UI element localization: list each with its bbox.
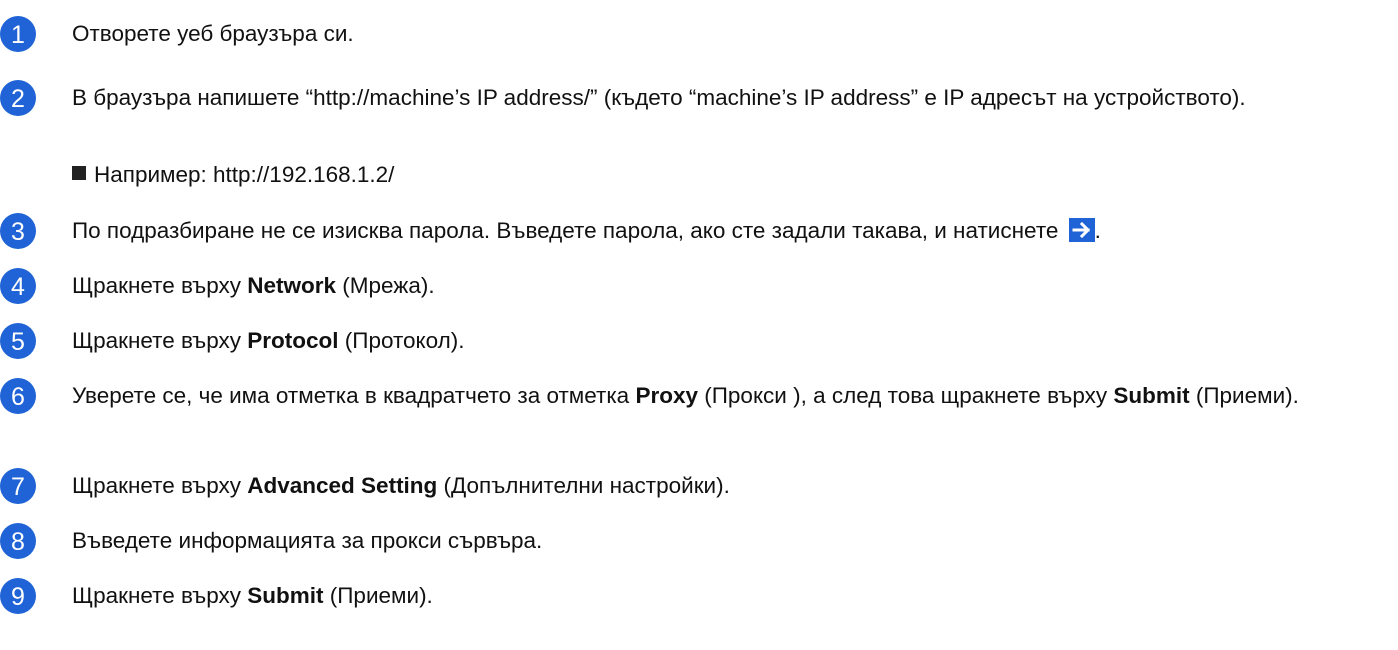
step-number: 7 — [11, 473, 25, 501]
step-number: 6 — [11, 383, 25, 411]
step-text: В браузъра напишете “http://machine’s IP… — [72, 85, 1246, 110]
step-number-badge: 4 — [0, 268, 36, 304]
step-text-suffix: (Допълнителни настройки). — [437, 473, 730, 498]
ui-term-proxy: Proxy — [635, 383, 698, 408]
ui-term-protocol: Protocol — [247, 328, 339, 353]
step-text-suffix: (Мрежа). — [336, 273, 435, 298]
step-text-end: . — [1094, 218, 1101, 243]
step-text-suffix: (Приеми). — [323, 583, 433, 608]
step-text-prefix: Щракнете върху — [72, 583, 248, 608]
example-text: Например: http://192.168.1.2/ — [94, 162, 395, 187]
arrow-right-icon — [1068, 218, 1095, 242]
step-text: Въведете информацията за прокси сървъра. — [72, 528, 543, 553]
ui-term-submit: Submit — [247, 583, 324, 608]
step-text-prefix: Щракнете върху — [72, 328, 248, 353]
step-number: 3 — [11, 218, 25, 246]
step-number: 1 — [11, 21, 25, 49]
ui-term-submit: Submit — [1113, 383, 1190, 408]
example-item: Например: http://192.168.1.2/ — [72, 158, 394, 192]
step-number-badge: 9 — [0, 578, 36, 614]
step-number: 8 — [11, 528, 25, 556]
step-text-prefix: Щракнете върху — [72, 273, 248, 298]
square-bullet-icon — [72, 166, 86, 180]
step-text-middle: (Прокси ), а след това щракнете върху — [698, 383, 1114, 408]
step-text: Щракнете върху Submit (Приеми). — [72, 579, 1396, 613]
step-number-badge: 5 — [0, 323, 36, 359]
step-number-badge: 1 — [0, 16, 36, 52]
step-number-badge: 6 — [0, 378, 36, 414]
step-number: 4 — [11, 273, 25, 301]
step-text-suffix: (Протокол). — [338, 328, 465, 353]
step-number-badge: 8 — [0, 523, 36, 559]
step-number-badge: 2 — [0, 80, 36, 116]
ui-term-network: Network — [247, 273, 337, 298]
step-text-prefix: Уверете се, че има отметка в квадратчето… — [72, 383, 636, 408]
step-number: 2 — [11, 85, 25, 113]
step-text: По подразбиране не се изисква парола. Въ… — [72, 214, 1396, 248]
step-number-badge: 7 — [0, 468, 36, 504]
step-text-main: По подразбиране не се изисква парола. Въ… — [72, 218, 1059, 243]
step-text: Отворете уеб браузъра си. — [72, 21, 354, 46]
step-text: Уверете се, че има отметка в квадратчето… — [72, 379, 1396, 413]
step-number: 5 — [11, 328, 25, 356]
step-number: 9 — [11, 583, 25, 611]
step-text: Щракнете върху Network (Мрежа). — [72, 269, 1396, 303]
ui-term-advanced-setting: Advanced Setting — [247, 473, 438, 498]
step-text: Щракнете върху Advanced Setting (Допълни… — [72, 469, 1396, 503]
step-number-badge: 3 — [0, 213, 36, 249]
instruction-steps: 1 Отворете уеб браузъра си. 2 В браузъра… — [0, 0, 1398, 650]
step-text: Щракнете върху Protocol (Протокол). — [72, 324, 1396, 358]
step-text-prefix: Щракнете върху — [72, 473, 248, 498]
step-text-suffix: (Приеми). — [1189, 383, 1299, 408]
